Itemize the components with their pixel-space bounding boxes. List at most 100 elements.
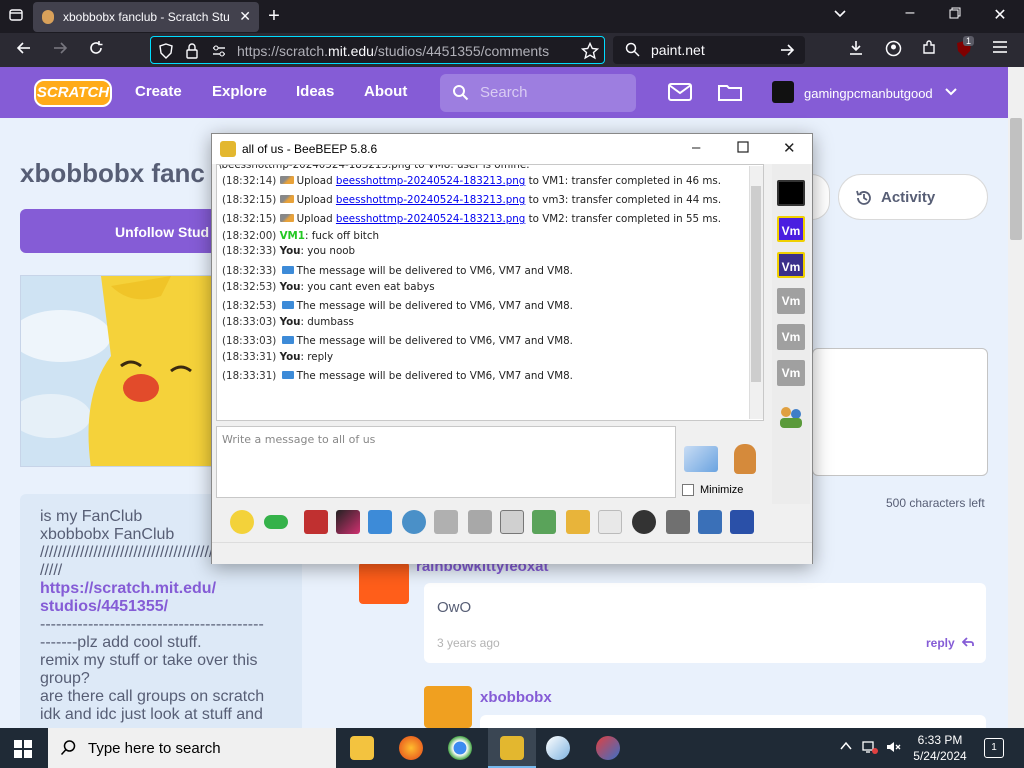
- beebeep-title-bar[interactable]: all of us - BeeBEEP 5.8.6 – ✕: [212, 134, 812, 164]
- tab-close-icon[interactable]: ✕: [239, 8, 251, 25]
- nav-create[interactable]: Create: [135, 83, 182, 100]
- window-minimize-button[interactable]: –: [900, 4, 920, 22]
- share-folder-icon[interactable]: [566, 510, 590, 534]
- taskbar-clock[interactable]: 6:33 PM 5/24/2024: [908, 732, 972, 764]
- nav-explore[interactable]: Explore: [212, 83, 267, 100]
- tab-scratch-studio[interactable]: xbobbobx fanclub - Scratch Stu ✕: [33, 2, 259, 32]
- url-bar[interactable]: https://scratch.mit.edu/studios/4451355/…: [150, 36, 605, 64]
- tab-comments-edge[interactable]: [812, 174, 830, 220]
- html-code-icon[interactable]: [598, 510, 622, 534]
- tab-list-icon[interactable]: [6, 7, 26, 28]
- page-scrollbar-thumb[interactable]: [1010, 118, 1022, 240]
- chat-timestamp: (18:32:15): [222, 194, 280, 206]
- tray-chevron-up-icon[interactable]: [840, 740, 852, 755]
- emoticon-down-icon[interactable]: [264, 515, 288, 529]
- send-file-icon[interactable]: [500, 510, 524, 534]
- my-stuff-folder-icon[interactable]: [718, 83, 742, 106]
- clear-chat-icon[interactable]: [666, 510, 690, 534]
- file-explorer-icon[interactable]: [350, 736, 374, 760]
- user-vm-online[interactable]: Vm: [777, 216, 805, 242]
- chat-line: (18:32:14) Upload beesshottmp-20240524-1…: [222, 175, 721, 187]
- beebeep-maximize-button[interactable]: [737, 140, 749, 157]
- group-users-icon[interactable]: [777, 404, 805, 430]
- tab-overflow-chevron-icon[interactable]: [830, 6, 850, 25]
- taskbar-search-input[interactable]: Type here to search: [48, 728, 336, 768]
- send-message-icon[interactable]: [684, 446, 718, 472]
- url-text[interactable]: https://scratch.mit.edu/studios/4451355/…: [237, 43, 549, 59]
- chat-scrollbar-thumb[interactable]: [751, 186, 761, 382]
- nav-about[interactable]: About: [364, 83, 407, 100]
- tab-activity[interactable]: Activity: [838, 174, 988, 220]
- minimize-checkbox[interactable]: [682, 484, 694, 496]
- user-avatar-black[interactable]: [777, 180, 805, 206]
- notification-center-icon[interactable]: 1: [984, 738, 1004, 758]
- file-link[interactable]: beesshottmp-20240524-183213.png: [336, 175, 525, 187]
- lock-icon[interactable]: [185, 43, 199, 64]
- history-icon: [855, 189, 873, 211]
- user-dropdown-chevron-icon[interactable]: [944, 85, 958, 104]
- downloads-icon[interactable]: [846, 40, 866, 61]
- volume-muted-icon[interactable]: [886, 740, 902, 757]
- reply-button[interactable]: reply: [926, 636, 974, 650]
- file-link[interactable]: beesshottmp-20240524-183213.png: [336, 213, 525, 225]
- browser-search-input[interactable]: paint.net: [613, 36, 805, 64]
- chat-text: to VM2: transfer completed in 55 ms.: [525, 213, 721, 225]
- taskbar-search-placeholder: Type here to search: [88, 740, 221, 757]
- chrome-icon[interactable]: [448, 736, 472, 760]
- filter-icon[interactable]: [368, 510, 392, 534]
- window-close-button[interactable]: ✕: [990, 5, 1010, 25]
- user-avatar[interactable]: [772, 81, 794, 103]
- scratch-search-input[interactable]: Search: [440, 74, 636, 112]
- font-icon[interactable]: [304, 510, 328, 534]
- file-link[interactable]: beesshottmp-20240524-183213.png: [336, 194, 525, 206]
- studio-link[interactable]: https://scratch.mit.edu/ studios/4451355…: [40, 580, 282, 616]
- account-icon[interactable]: [883, 40, 903, 62]
- user-vm-selected[interactable]: Vm: [777, 252, 805, 278]
- bookmark-star-icon[interactable]: [580, 41, 600, 65]
- window-restore-button[interactable]: [945, 6, 965, 24]
- username-label[interactable]: gamingpcmanbutgood: [804, 86, 933, 101]
- back-arrow-icon[interactable]: [14, 40, 34, 61]
- ublock-extension-icon[interactable]: 1: [954, 36, 975, 63]
- avatar[interactable]: [424, 686, 472, 728]
- paint-app-icon[interactable]: [546, 736, 570, 760]
- beebeep-close-button[interactable]: ✕: [783, 139, 796, 157]
- firefox-icon[interactable]: [399, 736, 423, 760]
- unfollow-studio-button[interactable]: Unfollow Stud: [20, 209, 220, 253]
- emoticon-icon[interactable]: [230, 510, 254, 534]
- envelope-icon: [281, 266, 294, 274]
- forward-arrow-icon[interactable]: [50, 40, 70, 61]
- beebeep-minimize-button[interactable]: –: [692, 139, 700, 156]
- scratch-logo[interactable]: SCRATCH: [34, 79, 112, 107]
- windows-start-icon[interactable]: [14, 740, 32, 758]
- font-color-icon[interactable]: [336, 510, 360, 534]
- comment-username[interactable]: xbobbobx: [480, 689, 552, 706]
- minimize-label: Minimize: [700, 484, 744, 496]
- screenshot-icon[interactable]: [632, 510, 656, 534]
- export-icon[interactable]: [532, 510, 556, 534]
- user-vm-offline[interactable]: Vm: [777, 360, 805, 386]
- new-tab-button[interactable]: +: [264, 5, 284, 28]
- shield-icon[interactable]: [159, 43, 173, 64]
- avatar[interactable]: [359, 562, 409, 604]
- paint-net-icon[interactable]: [596, 736, 620, 760]
- hamburger-menu-icon[interactable]: [990, 40, 1010, 59]
- nav-ideas[interactable]: Ideas: [296, 83, 334, 100]
- save-chat-icon[interactable]: [434, 510, 458, 534]
- network-icon[interactable]: [862, 740, 878, 757]
- voice-message-mic-icon[interactable]: [734, 444, 756, 474]
- message-input[interactable]: Write a message to all of us: [216, 426, 676, 498]
- extensions-puzzle-icon[interactable]: [919, 40, 939, 61]
- user-vm-offline[interactable]: Vm: [777, 288, 805, 314]
- reload-icon[interactable]: [86, 40, 106, 61]
- notes-icon[interactable]: [698, 510, 722, 534]
- save-icon[interactable]: [730, 510, 754, 534]
- taskbar-active-app[interactable]: [488, 728, 536, 768]
- permissions-icon[interactable]: [211, 43, 227, 64]
- comment-textarea[interactable]: [812, 348, 988, 476]
- print-icon[interactable]: [468, 510, 492, 534]
- user-vm-offline[interactable]: Vm: [777, 324, 805, 350]
- messages-envelope-icon[interactable]: [668, 83, 692, 106]
- settings-gear-icon[interactable]: [402, 510, 426, 534]
- go-arrow-icon[interactable]: [779, 42, 795, 61]
